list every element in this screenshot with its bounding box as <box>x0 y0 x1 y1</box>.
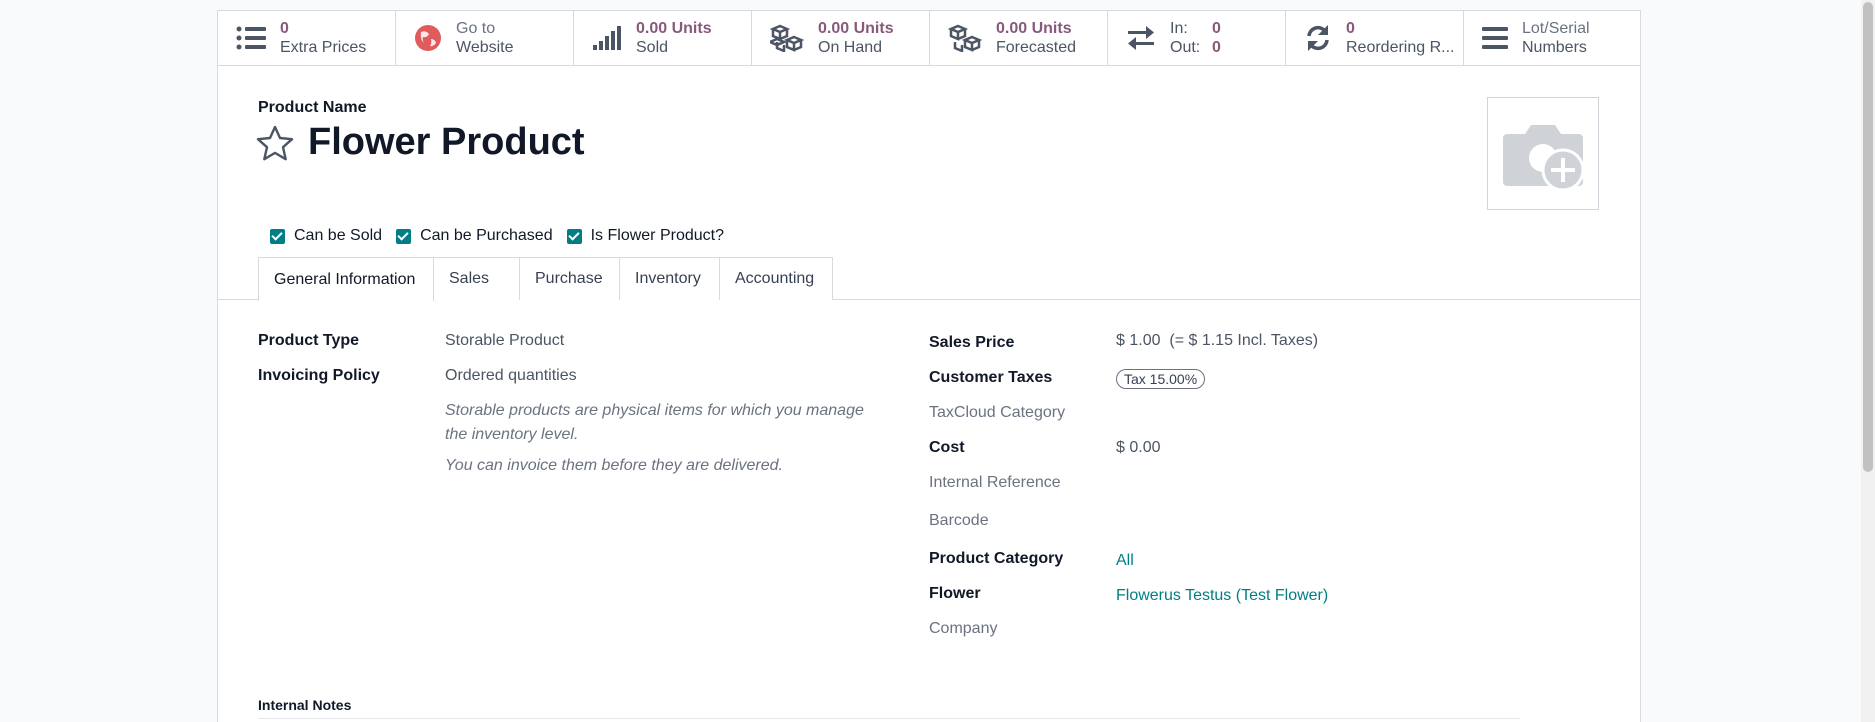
forecasted-label: Forecasted <box>996 39 1077 56</box>
sales-price-label: Sales Price <box>929 334 1015 351</box>
checkbox-checked[interactable] <box>566 228 582 244</box>
in-label: In: <box>1170 20 1188 37</box>
tab-inventory[interactable]: Inventory <box>619 257 720 300</box>
units-sold-button[interactable]: 0.00 Units Sold <box>574 11 752 65</box>
flower-label: Flower <box>929 585 981 602</box>
on-hand-value: 0.00 Units <box>818 20 894 37</box>
tax-badge[interactable]: Tax 15.00% <box>1116 369 1206 389</box>
go-to-website-line1: Go to <box>456 20 496 37</box>
product-name-input[interactable]: Flower Product <box>308 121 585 164</box>
checkbox-checked[interactable] <box>270 228 285 244</box>
product-checkboxes: Can be Sold Can be Purchased Is Flower P… <box>270 227 724 245</box>
product-title-row: Flower Product <box>256 121 585 164</box>
exchange-icon <box>1128 26 1154 50</box>
customer-taxes-label: Customer Taxes <box>929 369 1053 386</box>
forecasted-button[interactable]: 0.00 Units Forecasted <box>930 11 1108 65</box>
scrollbar-thumb[interactable] <box>1863 2 1873 472</box>
notebook-tabs: General Information Sales Purchase Inven… <box>218 257 1640 301</box>
on-hand-label: On Hand <box>818 39 883 56</box>
tab-purchase[interactable]: Purchase <box>519 257 620 300</box>
product-image-upload[interactable] <box>1487 97 1599 210</box>
internal-reference-label: Internal Reference <box>929 474 1061 491</box>
product-name-label: Product Name <box>258 99 367 116</box>
barcode-label: Barcode <box>929 512 989 529</box>
in-out-button[interactable]: In: 0 Out: 0 <box>1108 11 1286 65</box>
checkbox-checked[interactable] <box>396 228 412 244</box>
page-scrollbar[interactable] <box>1861 0 1875 722</box>
units-sold-label: Sold <box>636 39 669 56</box>
camera-plus-icon <box>1503 124 1585 191</box>
internal-notes-divider <box>258 718 1520 719</box>
cost-input[interactable]: $ 0.00 <box>1116 439 1160 457</box>
extra-prices-count: 0 <box>280 20 289 37</box>
product-type-label: Product Type <box>258 332 360 349</box>
invoicing-policy-select[interactable]: Ordered quantities <box>445 367 577 385</box>
product-type-help-text: Storable products are physical items for… <box>445 402 864 443</box>
product-category-label: Product Category <box>929 550 1064 567</box>
cubes-icon <box>948 24 982 52</box>
bars-icon <box>1482 27 1508 49</box>
reordering-count: 0 <box>1346 20 1355 37</box>
reordering-label: Reordering R... <box>1346 39 1455 56</box>
can-be-purchased-label: Can be Purchased <box>420 227 553 244</box>
units-sold-value: 0.00 Units <box>636 20 712 37</box>
go-to-website-line2: Website <box>456 39 514 56</box>
tab-general-information[interactable]: General Information <box>258 257 434 301</box>
flower-link[interactable]: Flowerus Testus (Test Flower) <box>1116 587 1328 605</box>
signal-icon <box>593 26 621 50</box>
customer-taxes-field[interactable]: Tax 15.00% <box>1116 369 1206 389</box>
sales-price-input[interactable]: $ 1.00 <box>1116 332 1160 349</box>
cost-label: Cost <box>929 439 965 456</box>
tab-sales[interactable]: Sales <box>433 257 520 300</box>
lot-serial-line1: Lot/Serial <box>1522 20 1590 37</box>
invoicing-policy-label: Invoicing Policy <box>258 367 380 384</box>
out-label: Out: <box>1170 39 1201 56</box>
tab-accounting[interactable]: Accounting <box>719 257 833 300</box>
smart-button-bar: 0 Extra Prices Go to Website 0.00 Units Sol… <box>218 11 1640 66</box>
is-flower-product-label: Is Flower Product? <box>590 227 724 244</box>
go-to-website-button[interactable]: Go to Website <box>396 11 574 65</box>
cubes-icon <box>770 24 804 52</box>
sales-price-field[interactable]: $ 1.00 (= $ 1.15 Incl. Taxes) <box>1116 332 1318 350</box>
star-icon[interactable] <box>256 125 294 161</box>
sales-price-incl-taxes: (= $ 1.15 Incl. Taxes) <box>1169 332 1319 349</box>
can-be-sold-label: Can be Sold <box>294 227 383 244</box>
refresh-icon <box>1307 25 1329 51</box>
invoicing-help-text: You can invoice them before they are del… <box>445 457 783 474</box>
reordering-rules-button[interactable]: 0 Reordering R... <box>1286 11 1464 65</box>
on-hand-button[interactable]: 0.00 Units On Hand <box>752 11 930 65</box>
taxcloud-category-label: TaxCloud Category <box>929 404 1066 421</box>
can-be-purchased-checkbox[interactable]: Can be Purchased <box>396 227 553 245</box>
company-label: Company <box>929 620 998 637</box>
in-value: 0 <box>1212 20 1221 37</box>
is-flower-product-checkbox[interactable]: Is Flower Product? <box>566 227 724 245</box>
product-form-sheet: 0 Extra Prices Go to Website 0.00 Units Sol… <box>217 10 1641 722</box>
internal-notes-label: Internal Notes <box>258 697 352 713</box>
can-be-sold-checkbox[interactable]: Can be Sold <box>270 227 382 245</box>
product-type-select[interactable]: Storable Product <box>445 332 564 350</box>
forecasted-value: 0.00 Units <box>996 20 1072 37</box>
extra-prices-label: Extra Prices <box>280 39 367 56</box>
lot-serial-button[interactable]: Lot/Serial Numbers <box>1464 11 1640 65</box>
lot-serial-line2: Numbers <box>1522 39 1587 56</box>
out-value: 0 <box>1212 39 1221 56</box>
globe-icon <box>415 25 441 51</box>
product-category-link[interactable]: All <box>1116 552 1134 570</box>
list-icon <box>236 26 266 50</box>
extra-prices-button[interactable]: 0 Extra Prices <box>218 11 396 65</box>
